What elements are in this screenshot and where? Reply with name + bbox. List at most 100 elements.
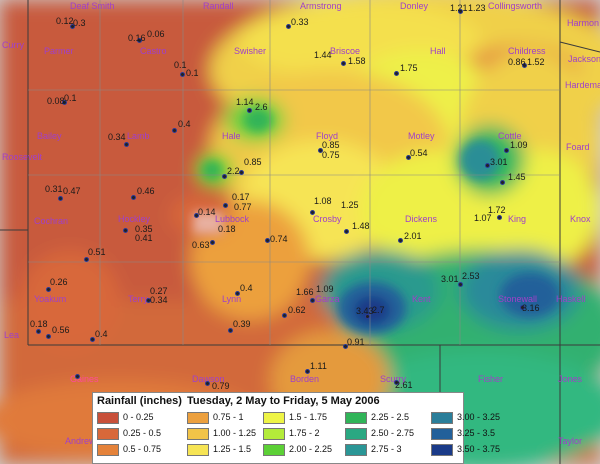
map-legend: Rainfall (inches) Tuesday, 2 May to Frid… [92,392,500,464]
station-value: 0.18 [218,224,236,234]
station-marker [205,381,210,386]
station-marker [398,238,403,243]
station-value: 1.25 [341,200,359,210]
station-marker [180,72,185,77]
legend-label: 0.25 - 0.5 [123,428,162,438]
station-value: 3.43 [356,306,374,316]
station-marker [58,196,63,201]
station-value: 0.41 [135,233,153,243]
county-label: Hall [430,46,446,56]
station-marker [247,108,252,113]
station-marker [239,170,244,175]
legend-label: 3.50 - 3.75 [457,444,501,454]
county-label: Jones [558,374,583,384]
legend-swatch [187,412,209,424]
legend-label: 1.5 - 1.75 [289,412,328,422]
station-value: 0.06 [147,29,165,39]
station-value: 3.01 [441,274,459,284]
station-marker [394,71,399,76]
station-value: 2.2 [227,166,240,176]
station-value: 0.91 [347,337,365,347]
station-marker [504,148,509,153]
legend-label: 3.00 - 3.25 [457,412,501,422]
county-label: Knox [570,214,591,224]
station-marker [282,313,287,318]
county-label: King [508,214,527,224]
legend-swatch [431,444,453,456]
legend-label: 2.50 - 2.75 [371,428,415,438]
station-value: 1.09 [510,140,528,150]
station-value: 0.18 [30,319,48,329]
county-label: Roosevelt [2,152,43,162]
station-value: 0.39 [233,319,251,329]
station-value: 1.14 [236,97,254,107]
station-marker [75,374,80,379]
county-label: Parmer [44,46,74,56]
station-value: 2.53 [462,271,480,281]
station-marker [123,228,128,233]
station-value: 0.63 [192,240,210,250]
station-value: 2.6 [255,102,268,112]
county-label: Childress [508,46,546,56]
station-value: 0.4 [178,119,191,129]
county-label: Bailey [37,131,62,141]
station-value: 1.21 [450,3,468,13]
legend-label: 3.25 - 3.5 [457,428,496,438]
station-value: 0.08 [47,96,65,106]
station-marker [497,215,502,220]
station-value: 3.16 [522,303,540,313]
legend-swatch [345,444,367,456]
station-value: 0.86 [508,57,526,67]
county-label: Castro [140,46,167,56]
station-value: 0.85 [244,157,262,167]
county-label: Hale [222,131,241,141]
county-label: Armstrong [300,1,342,11]
station-marker [210,240,215,245]
station-marker [310,298,315,303]
station-value: 1.11 [310,361,327,371]
station-value: 0.51 [88,247,106,257]
station-marker [46,334,51,339]
map-title: Tuesday, 2 May to Friday, 5 May 2006 [187,395,380,407]
station-value: 1.75 [400,63,418,73]
station-value: 0.1 [186,68,199,78]
county-label: Hockley [118,214,151,224]
station-value: 0.1 [174,60,187,70]
county-label: Briscoe [330,46,361,56]
county-label: Motley [408,131,435,141]
legend-swatch [97,444,119,456]
legend-swatch [345,412,367,424]
legend-label: 1.00 - 1.25 [213,428,257,438]
station-value: 0.31 [45,184,63,194]
county-label: Kent [412,294,431,304]
legend-swatch [187,444,209,456]
station-marker [341,61,346,66]
county-label: Borden [290,374,320,384]
station-value: 0.17 [232,192,250,202]
county-label: Donley [400,1,429,11]
station-value: 0.26 [50,277,68,287]
county-label: Crosby [313,214,342,224]
county-label: Haskell [556,294,586,304]
county-label: Foard [566,142,590,152]
county-label: Lamb [127,131,150,141]
legend-title: Rainfall (inches) [97,395,182,407]
station-value: 1.07 [474,213,492,223]
station-value: 1.44 [314,50,332,60]
station-value: 0.46 [137,186,155,196]
legend-swatch [263,444,285,456]
county-label: Randall [203,1,234,11]
legend-label: 2.75 - 3 [371,444,402,454]
county-label: Deaf Smith [70,1,115,11]
legend-label: 1.75 - 2 [289,428,320,438]
station-marker [344,229,349,234]
station-marker [124,142,129,147]
legend-swatch [263,412,285,424]
legend-swatch [345,428,367,440]
legend-label: 1.25 - 1.5 [213,444,252,454]
county-label: Curry [2,40,24,50]
station-marker [310,210,315,215]
county-label: Yoakum [34,294,67,304]
station-marker [458,282,463,287]
station-value: 1.09 [316,284,334,294]
